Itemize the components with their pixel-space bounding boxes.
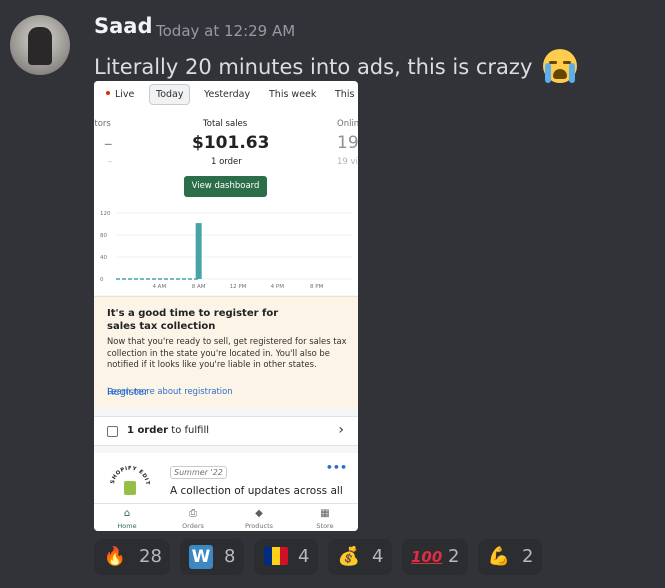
bottom-nav: ⌂ Home ⎙ Orders ◆ Products ▦ Store xyxy=(94,503,358,531)
visitors-label: itors xyxy=(94,119,111,129)
order-count: 1 order xyxy=(211,157,242,167)
regional-indicator-w-icon: W xyxy=(189,545,213,569)
orders-icon: ⎙ xyxy=(189,508,197,519)
tag-icon: ◆ xyxy=(255,508,263,519)
x-tick-label: 8 PM xyxy=(310,284,324,290)
online-value: 19 xyxy=(337,133,358,153)
y-tick-label: 40 xyxy=(100,255,107,261)
reaction-count: 8 xyxy=(224,546,236,567)
nav-store: ▦ Store xyxy=(292,504,358,531)
tab-this-week: This week xyxy=(269,89,317,100)
nav-products: ◆ Products xyxy=(226,504,292,531)
message-text-content: Literally 20 minutes into ads, this is c… xyxy=(94,55,533,79)
message-text: Literally 20 minutes into ads, this is c… xyxy=(94,49,578,83)
season-badge: Summer '22 xyxy=(170,466,227,479)
hundred-points-icon: 100 xyxy=(411,548,443,566)
x-tick-label: 12 PM xyxy=(230,284,247,290)
y-tick-label: 80 xyxy=(100,233,107,239)
flag-romania-icon xyxy=(264,547,288,565)
flexed-biceps-icon: 💪 xyxy=(487,546,511,567)
avatar[interactable] xyxy=(10,15,70,75)
notice-body: Now that you're ready to sell, get regis… xyxy=(107,336,347,369)
shopify-bag-icon xyxy=(124,481,136,495)
reaction-count: 4 xyxy=(372,546,384,567)
username[interactable]: Saad xyxy=(94,14,153,38)
date-tabs: Live Today Yesterday This week This m xyxy=(94,81,358,109)
message-timestamp: Today at 12:29 AM xyxy=(156,22,296,40)
reaction-count: 4 xyxy=(298,546,310,567)
orders-to-fulfill-row: 1 order to fulfill › xyxy=(94,416,358,446)
x-tick-label: 4 AM xyxy=(152,284,166,290)
inbox-icon xyxy=(107,426,118,437)
money-bag-icon: 💰 xyxy=(337,546,361,567)
more-options-icon: ••• xyxy=(325,461,347,474)
online-sub: 19 vi xyxy=(337,157,358,167)
reaction-fire[interactable]: 🔥 28 xyxy=(94,539,170,575)
home-icon: ⌂ xyxy=(123,508,131,519)
tab-this-month: This m xyxy=(335,89,358,100)
x-tick-label: 4 PM xyxy=(271,284,285,290)
reaction-money-bag[interactable]: 💰 4 xyxy=(328,539,392,575)
store-icon: ▦ xyxy=(320,508,330,519)
update-title: A collection of updates across all xyxy=(170,485,343,497)
y-tick-label: 0 xyxy=(100,277,104,283)
fire-icon: 🔥 xyxy=(103,546,127,567)
x-tick-label: 8 AM xyxy=(192,284,206,290)
visitors-sub: – xyxy=(108,157,113,167)
visitors-value: – xyxy=(104,134,113,154)
y-tick-label: 120 xyxy=(100,211,111,217)
reaction-hundred[interactable]: 100 2 xyxy=(402,539,468,575)
attached-screenshot[interactable]: Live Today Yesterday This week This m it… xyxy=(94,81,358,531)
reaction-flag[interactable]: 4 xyxy=(254,539,318,575)
register-link: Register xyxy=(107,387,149,398)
tab-today: Today xyxy=(149,84,191,105)
sales-chart: 120 80 40 0 4 AM 8 AM 12 PM 4 PM 8 PM xyxy=(100,211,352,290)
view-dashboard-button: View dashboard xyxy=(184,176,267,197)
reaction-count: 28 xyxy=(139,546,162,567)
notice-title: It's a good time to register for sales t… xyxy=(107,308,279,332)
online-label: Onlin xyxy=(337,119,358,129)
nav-orders: ⎙ Orders xyxy=(160,504,226,531)
total-sales-label: Total sales xyxy=(203,119,248,129)
tab-yesterday: Yesterday xyxy=(204,89,251,100)
chart-bar xyxy=(195,223,202,279)
shopify-editions-card: SHOPIFY EDITIONS Summer '22 ••• A collec… xyxy=(94,453,358,509)
reaction-w[interactable]: W 8 xyxy=(180,539,244,575)
tab-live: Live xyxy=(106,84,134,105)
reaction-flexed-biceps[interactable]: 💪 2 xyxy=(478,539,542,575)
reaction-count: 2 xyxy=(522,546,534,567)
total-sales-value: $101.63 xyxy=(192,133,270,153)
reaction-count: 2 xyxy=(448,546,460,567)
nav-home: ⌂ Home xyxy=(94,504,160,531)
chevron-right-icon: › xyxy=(338,422,344,438)
loudly-crying-face-icon xyxy=(543,49,578,83)
fulfill-text: 1 order to fulfill xyxy=(127,425,210,436)
live-dot-icon xyxy=(106,91,110,95)
